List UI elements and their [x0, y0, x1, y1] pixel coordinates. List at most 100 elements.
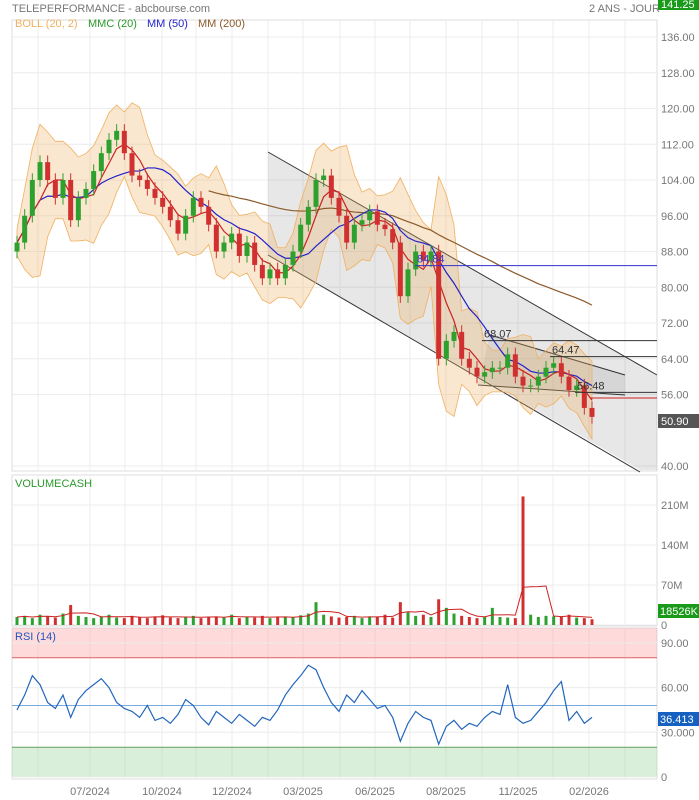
volume-bar: [122, 618, 126, 625]
candle: [351, 224, 357, 243]
volume-bar: [30, 618, 34, 625]
volume-bar: [23, 615, 27, 625]
volume-bar: [521, 496, 525, 625]
volume-bar: [153, 616, 157, 625]
rsi-tick-label: 0: [661, 772, 667, 784]
candle: [367, 211, 373, 221]
x-tick-label: 12/2024: [212, 786, 252, 798]
candle: [183, 215, 189, 234]
candle: [129, 153, 135, 176]
volume-bar: [99, 616, 103, 625]
volume-bar: [184, 617, 188, 625]
volume-bar: [452, 613, 456, 625]
volume-bar: [391, 617, 395, 625]
volume-bar: [76, 615, 80, 625]
volume-bar: [222, 617, 226, 625]
candle: [98, 153, 104, 172]
candle: [466, 358, 472, 368]
candle: [60, 180, 66, 198]
candle: [190, 197, 196, 216]
rsi-tick-label: 60.00: [661, 683, 689, 695]
volume-bar: [559, 617, 563, 625]
x-tick-label: 10/2024: [142, 786, 182, 798]
legend-bollinger: BOLL (20, 2): [15, 18, 78, 30]
candle: [374, 211, 380, 225]
x-tick-label: 07/2024: [70, 786, 110, 798]
candle: [558, 363, 564, 377]
x-tick-label: 08/2025: [426, 786, 466, 798]
candle: [221, 242, 227, 252]
volume-bar: [414, 615, 418, 625]
candle: [566, 376, 572, 391]
y-tick-label: 40.00: [661, 461, 689, 473]
volume-bar: [329, 616, 333, 625]
candle: [405, 269, 411, 297]
volume-bar: [368, 616, 372, 625]
level-label: 56.48: [577, 380, 605, 392]
candle: [451, 331, 457, 341]
volume-bar: [360, 618, 364, 625]
y-tick-label: 64.00: [661, 354, 689, 366]
candle: [551, 363, 557, 368]
candle: [275, 269, 281, 279]
volume-tick-label: 0: [661, 620, 667, 632]
candle: [474, 367, 480, 377]
volume-bar: [345, 617, 349, 625]
candle: [75, 197, 81, 221]
volume-bar: [582, 618, 586, 625]
candle: [313, 180, 319, 207]
volume-bar: [84, 617, 88, 625]
candle: [198, 197, 204, 207]
y-tick-label: 128.00: [661, 68, 695, 80]
level-label: 64.47: [552, 345, 580, 357]
candle: [252, 242, 258, 265]
candle: [328, 175, 334, 198]
candle: [436, 251, 442, 359]
volume-bar: [283, 617, 287, 625]
candle: [213, 224, 219, 252]
candle: [68, 180, 74, 221]
volume-bar: [138, 617, 142, 625]
candle: [528, 385, 534, 387]
candle: [121, 130, 127, 154]
candle: [489, 367, 495, 373]
candle: [443, 340, 449, 359]
volume-bar: [337, 617, 341, 625]
candle: [91, 171, 97, 189]
volume-bar: [429, 617, 433, 625]
x-tick-label: 02/2026: [569, 786, 609, 798]
volume-panel: [11, 474, 658, 627]
candle: [160, 197, 166, 207]
x-tick-label: 03/2025: [283, 786, 323, 798]
candle: [52, 180, 58, 198]
candle: [520, 376, 526, 386]
y-tick-label: 80.00: [661, 282, 689, 294]
legend-mm200: MM (200): [198, 18, 246, 30]
y-tick-label: 96.00: [661, 211, 689, 223]
volume-bar: [475, 618, 479, 625]
volume-bar: [552, 616, 556, 625]
candle: [359, 220, 365, 225]
candle: [137, 175, 143, 181]
candle: [45, 162, 51, 181]
rsi-tick-label: 30.000: [661, 727, 695, 739]
candle: [344, 215, 350, 243]
volume-bar: [375, 617, 379, 625]
candle: [512, 354, 518, 377]
volume-bar: [322, 614, 326, 625]
candle: [290, 251, 296, 265]
y-tick-label: 112.00: [661, 139, 694, 151]
candle: [497, 367, 503, 369]
volume-bar: [276, 616, 280, 625]
candle: [459, 331, 465, 359]
candle: [244, 242, 250, 256]
volume-bar: [575, 617, 579, 625]
candle: [282, 264, 288, 279]
volume-bar: [53, 617, 57, 625]
candle: [144, 180, 150, 189]
rsi-title: RSI (14): [15, 631, 56, 643]
volume-bar: [529, 614, 533, 625]
volume-tick-label: 210M: [661, 500, 689, 512]
legend-mm50: MM (50): [147, 18, 188, 30]
level-label: 84.84: [417, 254, 445, 266]
